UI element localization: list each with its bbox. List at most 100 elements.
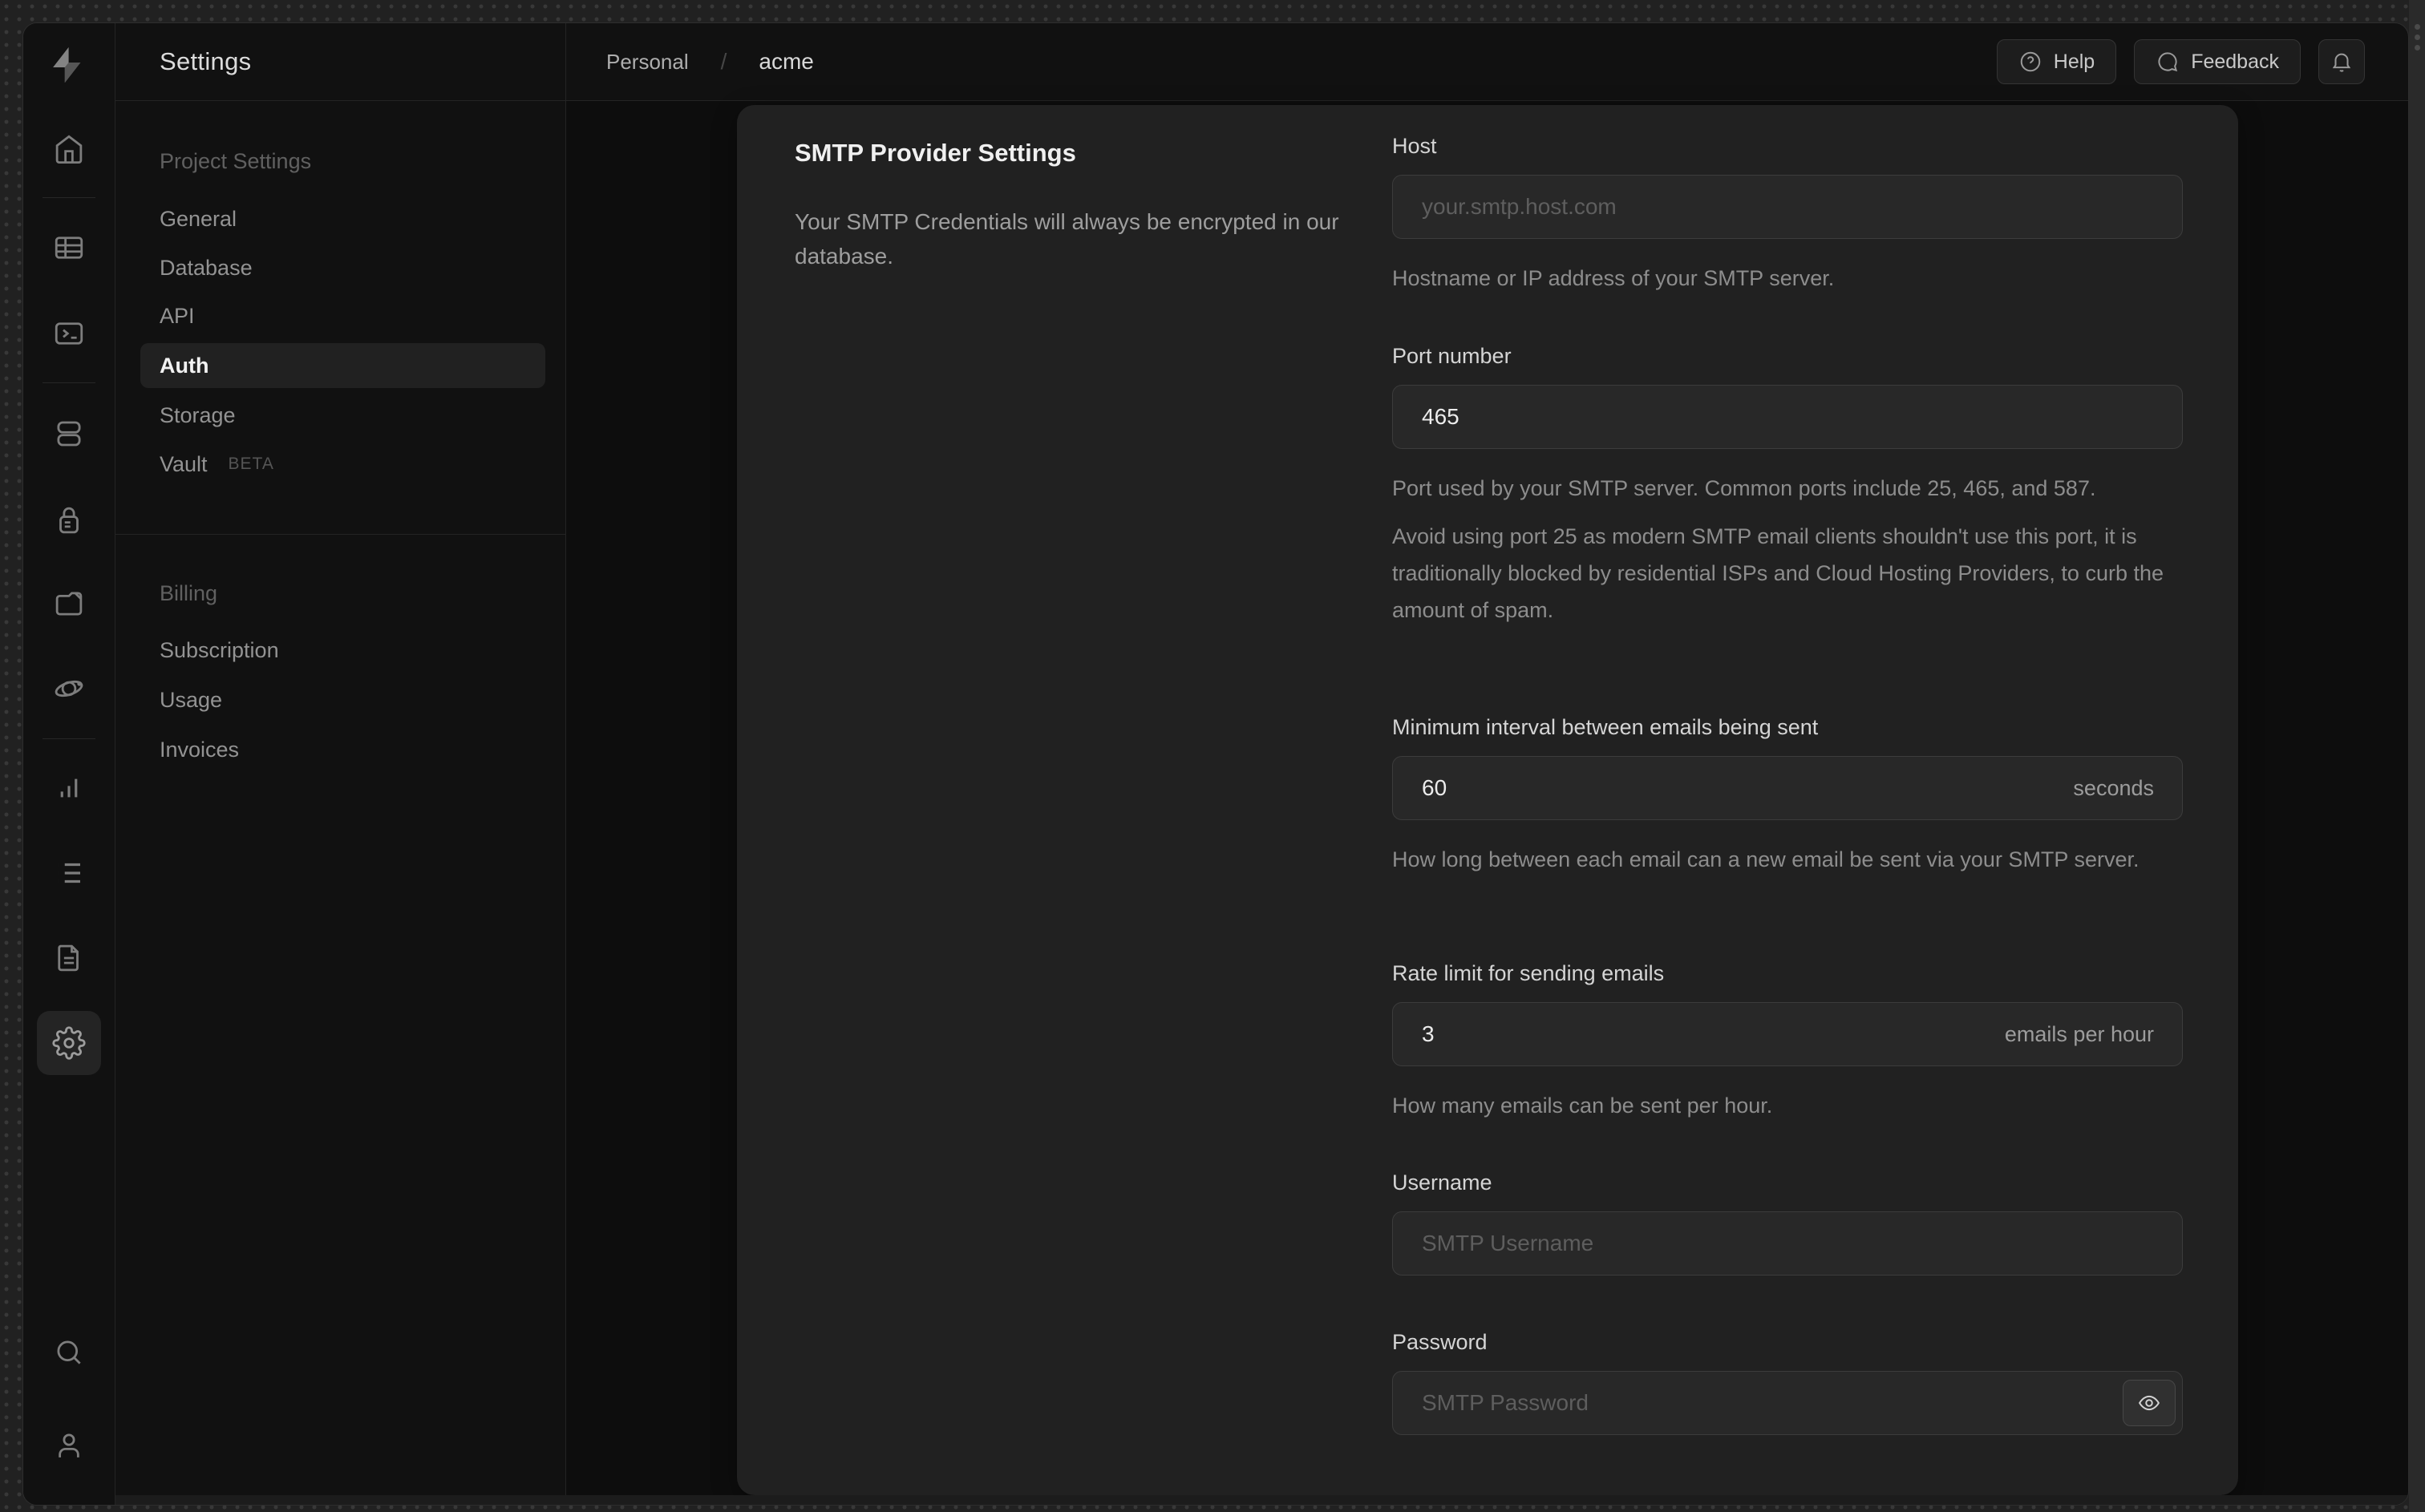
file-text-icon [58, 944, 79, 972]
settings-panel-header: Settings [115, 23, 566, 100]
port-helper-1: Port used by your SMTP server. Common po… [1392, 476, 2096, 500]
smtp-settings-card: SMTP Provider Settings Your SMTP Credent… [737, 105, 2238, 1495]
rail-item-reports[interactable] [37, 756, 101, 820]
host-helper: Hostname or IP address of your SMTP serv… [1392, 266, 1835, 290]
nav-item-api[interactable]: API [115, 293, 565, 338]
min-interval-input-wrap: seconds [1392, 756, 2183, 820]
window-frame-edge [2409, 0, 2425, 1512]
feedback-bubble-icon [2158, 52, 2178, 72]
nav-item-auth[interactable]: Auth [140, 343, 545, 388]
nav-divider [115, 534, 565, 535]
username-input[interactable] [1392, 1211, 2183, 1275]
top-bar: Settings Personal / acme Help Feedback [115, 23, 2408, 101]
notifications-button[interactable] [2318, 39, 2365, 84]
field-rate-limit: Rate limit for sending emails emails per… [1392, 961, 2183, 1124]
content-area: SMTP Provider Settings Your SMTP Credent… [566, 101, 2408, 1505]
port-label: Port number [1392, 344, 1512, 368]
smtp-card-intro: SMTP Provider Settings Your SMTP Credent… [795, 139, 1356, 273]
help-circle-icon [2020, 51, 2041, 72]
nav-item-vault-label: Vault [160, 451, 208, 476]
smtp-card-title: SMTP Provider Settings [795, 139, 1076, 167]
field-port: Port number Port used by your SMTP serve… [1392, 344, 2183, 629]
rate-limit-helper: How many emails can be sent per hour. [1392, 1094, 1773, 1118]
supabase-logo[interactable] [34, 33, 99, 97]
password-input-wrap [1392, 1371, 2183, 1435]
rail-item-home[interactable] [37, 117, 101, 181]
help-button[interactable]: Help [1996, 39, 2117, 84]
min-interval-label: Minimum interval between emails being se… [1392, 715, 1819, 739]
nav-item-subscription[interactable]: Subscription [115, 628, 565, 673]
home-icon [55, 135, 83, 164]
rail-item-authentication[interactable] [37, 488, 101, 552]
rate-limit-label: Rate limit for sending emails [1392, 961, 1665, 985]
nav-section-billing: Billing [160, 580, 218, 605]
rail-item-project-settings[interactable] [37, 1011, 101, 1075]
rail-item-account[interactable] [37, 1413, 101, 1478]
rail-divider [43, 382, 95, 383]
username-label: Username [1392, 1170, 1492, 1195]
field-min-interval: Minimum interval between emails being se… [1392, 715, 2183, 878]
host-input-wrap [1392, 175, 2183, 239]
reveal-password-button[interactable] [2123, 1380, 2176, 1426]
rail-divider [43, 738, 95, 739]
nav-item-database[interactable]: Database [115, 245, 565, 290]
frame-dot [2414, 45, 2420, 51]
nav-item-invoices[interactable]: Invoices [115, 727, 565, 772]
beta-badge: BETA [228, 455, 274, 473]
terminal-icon [55, 322, 83, 345]
folder-icon [55, 592, 83, 616]
host-label: Host [1392, 134, 1437, 158]
field-host: Host Hostname or IP address of your SMTP… [1392, 134, 2183, 297]
icon-rail [23, 23, 115, 1505]
rail-item-edge-functions[interactable] [37, 657, 101, 721]
feedback-button[interactable]: Feedback [2134, 39, 2301, 84]
min-interval-helper: How long between each email can a new em… [1392, 847, 2140, 871]
port-input-wrap [1392, 385, 2183, 449]
rate-limit-input-wrap: emails per hour [1392, 1002, 2183, 1066]
eye-icon [2138, 1395, 2160, 1411]
window-bottom-strip [115, 1495, 2408, 1505]
field-username: Username [1392, 1170, 2183, 1275]
rail-item-table-editor[interactable] [37, 216, 101, 280]
bell-icon [2332, 53, 2351, 72]
breadcrumb-org[interactable]: Personal [606, 50, 689, 75]
password-label: Password [1392, 1330, 1488, 1354]
list-icon [58, 863, 80, 883]
password-input[interactable] [1392, 1371, 2183, 1435]
rail-item-logs[interactable] [37, 841, 101, 905]
smtp-form: Host Hostname or IP address of your SMTP… [1392, 105, 2183, 1495]
rail-item-api-docs[interactable] [37, 926, 101, 990]
nav-item-vault[interactable]: Vault BETA [115, 442, 565, 487]
nav-item-general[interactable]: General [115, 196, 565, 241]
nav-item-usage[interactable]: Usage [115, 677, 565, 722]
port-input[interactable] [1392, 385, 2183, 449]
lightning-bolt-icon [53, 46, 81, 83]
port-helper-2: Avoid using port 25 as modern SMTP email… [1392, 524, 2164, 622]
topbar-actions: Help Feedback [1996, 39, 2365, 84]
breadcrumb-project[interactable]: acme [759, 49, 813, 75]
username-input-wrap [1392, 1211, 2183, 1275]
page-title: Settings [160, 47, 252, 75]
smtp-card-description: Your SMTP Credentials will always be enc… [795, 209, 1339, 269]
nav-item-storage[interactable]: Storage [115, 393, 565, 438]
gear-icon [52, 1026, 86, 1060]
min-interval-input[interactable] [1392, 756, 2183, 820]
rail-item-storage[interactable] [37, 572, 101, 636]
rail-item-search[interactable] [37, 1320, 101, 1385]
rate-limit-input[interactable] [1392, 1002, 2183, 1066]
lock-icon [59, 507, 79, 534]
settings-nav: Project Settings General Database API Au… [115, 101, 566, 1505]
help-button-label: Help [2053, 50, 2095, 73]
rail-item-database[interactable] [37, 402, 101, 466]
user-icon [59, 1433, 79, 1457]
app-window: Settings Personal / acme Help Feedback P… [22, 22, 2409, 1506]
orbit-icon [55, 680, 83, 697]
host-input[interactable] [1392, 175, 2183, 239]
breadcrumb-separator: / [720, 49, 727, 74]
nav-section-project-settings: Project Settings [160, 148, 312, 173]
database-icon [57, 421, 81, 447]
rail-item-sql-editor[interactable] [37, 301, 101, 366]
bar-chart-icon [60, 778, 78, 798]
field-password: Password [1392, 1330, 2183, 1435]
feedback-button-label: Feedback [2191, 50, 2279, 73]
